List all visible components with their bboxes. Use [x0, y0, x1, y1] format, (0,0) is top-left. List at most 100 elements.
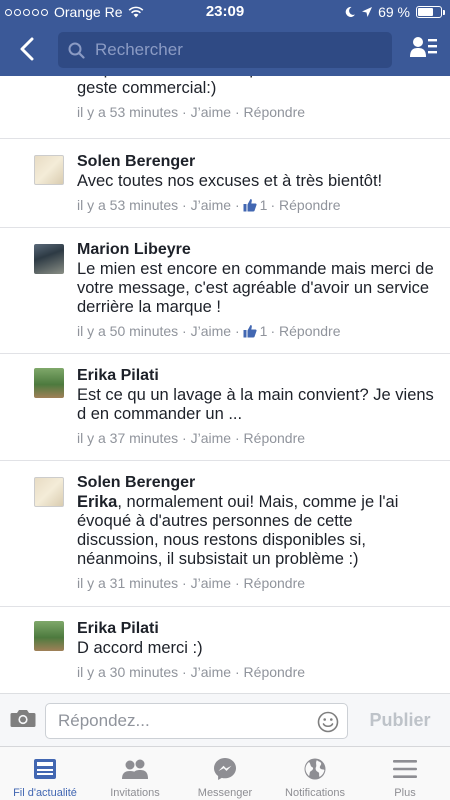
comment: Solen Berenger Erika, normalement oui! M… — [0, 461, 450, 607]
like-link[interactable]: J’aime — [191, 196, 231, 214]
comment-body: Solen Berenger Avec toutes nos excuses e… — [77, 152, 436, 214]
smiley-icon — [317, 711, 339, 733]
comment-meta: il y a 50 minutes · J’aime · 1 · Répondr… — [77, 322, 341, 340]
like-link[interactable]: J’aime — [191, 322, 231, 340]
comment: Solen Berenger Avec toutes nos excuses e… — [0, 139, 450, 228]
comment-meta: il y a 37 minutes · J’aime · Répondre — [77, 429, 306, 447]
thumbs-up-icon — [243, 325, 257, 338]
comment: Erika Pilati D accord merci :) il y a 30… — [0, 607, 450, 693]
like-link[interactable]: J’aime — [191, 663, 231, 681]
comment-text: Avec toutes nos excuses et à très bientô… — [77, 172, 383, 190]
navigation-bar — [0, 24, 450, 76]
camera-button[interactable] — [10, 708, 36, 733]
like-link[interactable]: J’aime — [191, 429, 231, 447]
publish-button[interactable]: Publier — [360, 710, 440, 731]
tab-more[interactable]: Plus — [360, 747, 450, 800]
reply-composer: Publier — [0, 693, 450, 746]
moon-icon — [345, 6, 356, 17]
commenter-name[interactable]: Marion Libeyre — [77, 240, 436, 260]
search-bar[interactable] — [58, 32, 392, 68]
reply-link[interactable]: Répondre — [244, 103, 306, 121]
tab-label: Invitations — [110, 787, 160, 799]
camera-icon — [10, 710, 36, 727]
tab-label: Fil d'actualité — [13, 787, 77, 799]
commenter-name[interactable]: Solen Berenger — [77, 473, 436, 493]
comment-time: il y a 31 minutes — [77, 575, 179, 591]
comment-time: il y a 30 minutes — [77, 664, 179, 680]
battery-icon — [416, 6, 445, 18]
comment: téléphoner s'ne n'osiez pour bénéficier … — [0, 76, 450, 139]
comment-meta: il y a 30 minutes · J’aime · Répondre — [77, 663, 306, 681]
like-count-value: 1 — [259, 197, 268, 213]
tab-label: Plus — [394, 787, 416, 799]
status-right: 69 % — [344, 4, 445, 20]
reply-link[interactable]: Répondre — [244, 574, 306, 592]
commenter-name[interactable]: Erika Pilati — [77, 619, 436, 639]
sticker-button[interactable] — [317, 711, 339, 738]
comment-time: il y a 50 minutes — [77, 323, 179, 339]
avatar[interactable] — [34, 477, 64, 507]
comment-body: Erika Pilati D accord merci :) il y a 30… — [77, 619, 436, 681]
comment-time: il y a 37 minutes — [77, 430, 179, 446]
avatar[interactable] — [34, 368, 64, 398]
comment-time: il y a 53 minutes — [77, 104, 179, 120]
comment: Marion Libeyre Le mien est encore en com… — [0, 228, 450, 354]
tab-label: Notifications — [285, 787, 345, 799]
mention[interactable]: Erika — [77, 493, 117, 511]
search-icon — [68, 42, 85, 59]
comment-text: Erika, normalement oui! Mais, comme je l… — [77, 493, 436, 569]
back-arrow-icon — [20, 37, 34, 61]
header: Orange Re 23:09 69 % — [0, 0, 450, 76]
comment-text: Est ce qu un lavage à la main convient? … — [77, 386, 434, 423]
avatar[interactable] — [34, 155, 64, 185]
comment-text: téléphoner s'ne n'osiez pour bénéficier … — [77, 76, 394, 97]
reply-field[interactable] — [45, 703, 348, 739]
status-bar: Orange Re 23:09 69 % — [0, 0, 450, 24]
avatar[interactable] — [34, 244, 64, 274]
reply-input[interactable] — [58, 711, 308, 731]
comment-text: Le mien est encore en commande mais merc… — [77, 260, 434, 316]
back-button[interactable] — [10, 32, 44, 66]
tab-label: Messenger — [197, 787, 253, 799]
friends-list-button[interactable] — [410, 35, 438, 64]
comment-body: Erika Pilati Est ce qu un lavage à la ma… — [77, 366, 436, 447]
comment-body: Marion Libeyre Le mien est encore en com… — [77, 240, 436, 340]
tab-notifications[interactable]: Notifications — [270, 747, 360, 800]
like-link[interactable]: J’aime — [191, 574, 231, 592]
reply-link[interactable]: Répondre — [244, 663, 306, 681]
friends-list-icon — [410, 37, 437, 57]
reply-link[interactable]: Répondre — [279, 322, 341, 340]
tab-messenger[interactable]: Messenger — [180, 747, 270, 800]
tab-invitations[interactable]: Invitations — [90, 747, 180, 800]
news-feed-icon — [33, 756, 57, 781]
like-count[interactable]: 1 — [243, 196, 268, 214]
comment-meta: il y a 31 minutes · J’aime · Répondre — [77, 574, 306, 592]
reply-link[interactable]: Répondre — [279, 196, 341, 214]
like-count-value: 1 — [259, 323, 268, 339]
messenger-icon — [213, 756, 237, 781]
comment-meta: il y a 53 minutes · J’aime · 1 · Répondr… — [77, 196, 341, 214]
commenter-name[interactable]: Erika Pilati — [77, 366, 436, 386]
comment-text-rest: , normalement oui! Mais, comme je l'ai é… — [77, 493, 399, 568]
location-arrow-icon — [362, 7, 373, 17]
like-count[interactable]: 1 — [243, 322, 268, 340]
tab-bar: Fil d'actualité Invitations Messenger No… — [0, 746, 450, 800]
comment-text: D accord merci :) — [77, 639, 203, 657]
comments-list: téléphoner s'ne n'osiez pour bénéficier … — [0, 76, 450, 693]
battery-percent: 69 % — [378, 4, 410, 20]
thumbs-up-icon — [243, 199, 257, 212]
tab-news-feed[interactable]: Fil d'actualité — [0, 747, 90, 800]
comment-time: il y a 53 minutes — [77, 197, 179, 213]
friends-icon — [121, 756, 149, 781]
like-link[interactable]: J’aime — [191, 103, 231, 121]
menu-icon — [393, 756, 417, 781]
comment-meta: il y a 53 minutes · J’aime · Répondre — [77, 103, 306, 121]
avatar[interactable] — [34, 621, 64, 651]
comment-body: téléphoner s'ne n'osiez pour bénéficier … — [77, 76, 436, 121]
search-input[interactable] — [95, 40, 355, 60]
reply-link[interactable]: Répondre — [244, 429, 306, 447]
comment-body: Solen Berenger Erika, normalement oui! M… — [77, 473, 436, 592]
globe-icon — [303, 756, 327, 781]
commenter-name[interactable]: Solen Berenger — [77, 152, 436, 172]
battery-level — [418, 8, 434, 16]
